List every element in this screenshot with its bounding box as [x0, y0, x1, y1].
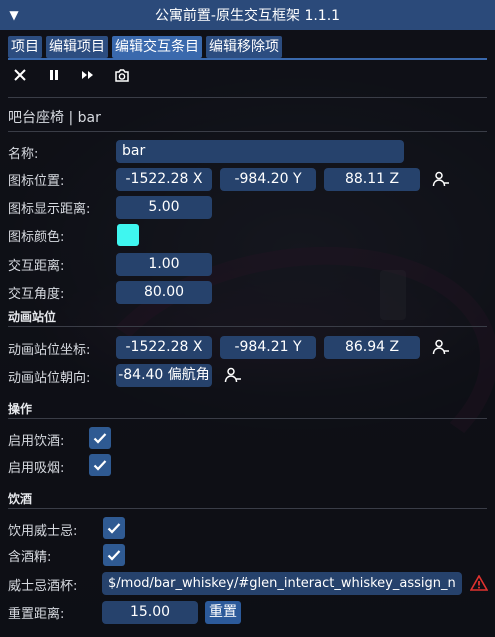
divider: [8, 97, 487, 98]
tab-items[interactable]: 项目: [8, 36, 42, 58]
check-icon: [107, 523, 121, 534]
whiskey-glass-label: 威士忌酒杯:: [8, 579, 78, 594]
whiskey-glass-field[interactable]: $/mod/bar_whiskey/#glen_interact_whiskey…: [102, 572, 462, 595]
ops-section-title: 操作: [8, 402, 33, 416]
interact-distance-field[interactable]: 1.00: [116, 253, 212, 276]
check-icon: [93, 460, 107, 471]
anim-position-y[interactable]: -984.21 Y: [220, 336, 316, 359]
anim-section-title: 动画站位: [8, 310, 57, 324]
anim-position-label: 动画站位坐标:: [8, 343, 91, 358]
interact-distance-label: 交互距离:: [8, 259, 65, 274]
icon-position-z[interactable]: 88.11 Z: [324, 168, 420, 191]
tab-edit-removal[interactable]: 编辑移除项: [206, 36, 282, 58]
icon-position-label: 图标位置:: [8, 174, 65, 189]
anim-position-z[interactable]: 86.94 Z: [324, 336, 420, 359]
enable-drink-label: 启用饮酒:: [8, 434, 65, 449]
icon-position-x[interactable]: -1522.28 X: [116, 168, 212, 191]
icon-distance-field[interactable]: 5.00: [116, 196, 212, 219]
name-field[interactable]: bar: [116, 140, 404, 163]
alcohol-checkbox[interactable]: [103, 544, 125, 566]
drink-section-title: 饮酒: [8, 492, 33, 506]
set-player-position-icon[interactable]: [432, 171, 450, 187]
divider: [8, 326, 487, 327]
interact-angle-field[interactable]: 80.00: [116, 281, 212, 304]
pause-icon[interactable]: [46, 66, 62, 84]
check-icon: [107, 550, 121, 561]
title-bar[interactable]: ▼ 公寓前置-原生交互框架 1.1.1: [0, 0, 495, 30]
alcohol-label: 含酒精:: [8, 550, 52, 565]
close-icon[interactable]: [12, 66, 28, 84]
enable-smoke-checkbox[interactable]: [89, 454, 111, 476]
interact-angle-label: 交互角度:: [8, 287, 65, 302]
icon-color-swatch[interactable]: [117, 224, 139, 246]
anim-position-x[interactable]: -1522.28 X: [116, 336, 212, 359]
tab-edit-item[interactable]: 编辑项目: [46, 36, 108, 58]
window-title: 公寓前置-原生交互框架 1.1.1: [154, 8, 341, 24]
collapse-icon[interactable]: ▼: [0, 8, 28, 22]
panel-window: ▼ 公寓前置-原生交互框架 1.1.1 项目 编辑项目 编辑交互条目 编辑移除项…: [0, 0, 495, 637]
anim-heading-label: 动画站位朝向:: [8, 371, 91, 386]
tab-edit-interaction[interactable]: 编辑交互条目: [112, 36, 202, 58]
divider: [8, 131, 487, 132]
divider: [8, 508, 487, 509]
divider: [8, 418, 487, 419]
anim-heading-field[interactable]: -84.40 偏航角: [116, 364, 212, 387]
item-header: 吧台座椅 | bar: [8, 110, 101, 126]
enable-drink-checkbox[interactable]: [89, 427, 111, 449]
reset-distance-label: 重置距离:: [8, 607, 65, 622]
enable-smoke-label: 启用吸烟:: [8, 461, 65, 476]
reset-distance-field[interactable]: 15.00: [102, 601, 198, 624]
reset-button[interactable]: 重置: [205, 601, 241, 624]
camera-reload-icon[interactable]: [114, 66, 130, 84]
set-anim-heading-icon[interactable]: [224, 367, 242, 383]
name-label: 名称:: [8, 147, 39, 162]
tab-bar: 项目 编辑项目 编辑交互条目 编辑移除项: [8, 36, 282, 58]
warning-icon: [470, 575, 488, 591]
set-anim-position-icon[interactable]: [432, 339, 450, 355]
drink-whiskey-label: 饮用威士忌:: [8, 524, 78, 539]
toolbar: [12, 66, 130, 84]
tab-underline: [8, 58, 487, 60]
drink-whiskey-checkbox[interactable]: [103, 517, 125, 539]
icon-position-y[interactable]: -984.20 Y: [220, 168, 316, 191]
check-icon: [93, 433, 107, 444]
fast-forward-icon[interactable]: [80, 66, 96, 84]
icon-color-label: 图标颜色:: [8, 230, 65, 245]
icon-distance-label: 图标显示距离:: [8, 202, 91, 217]
